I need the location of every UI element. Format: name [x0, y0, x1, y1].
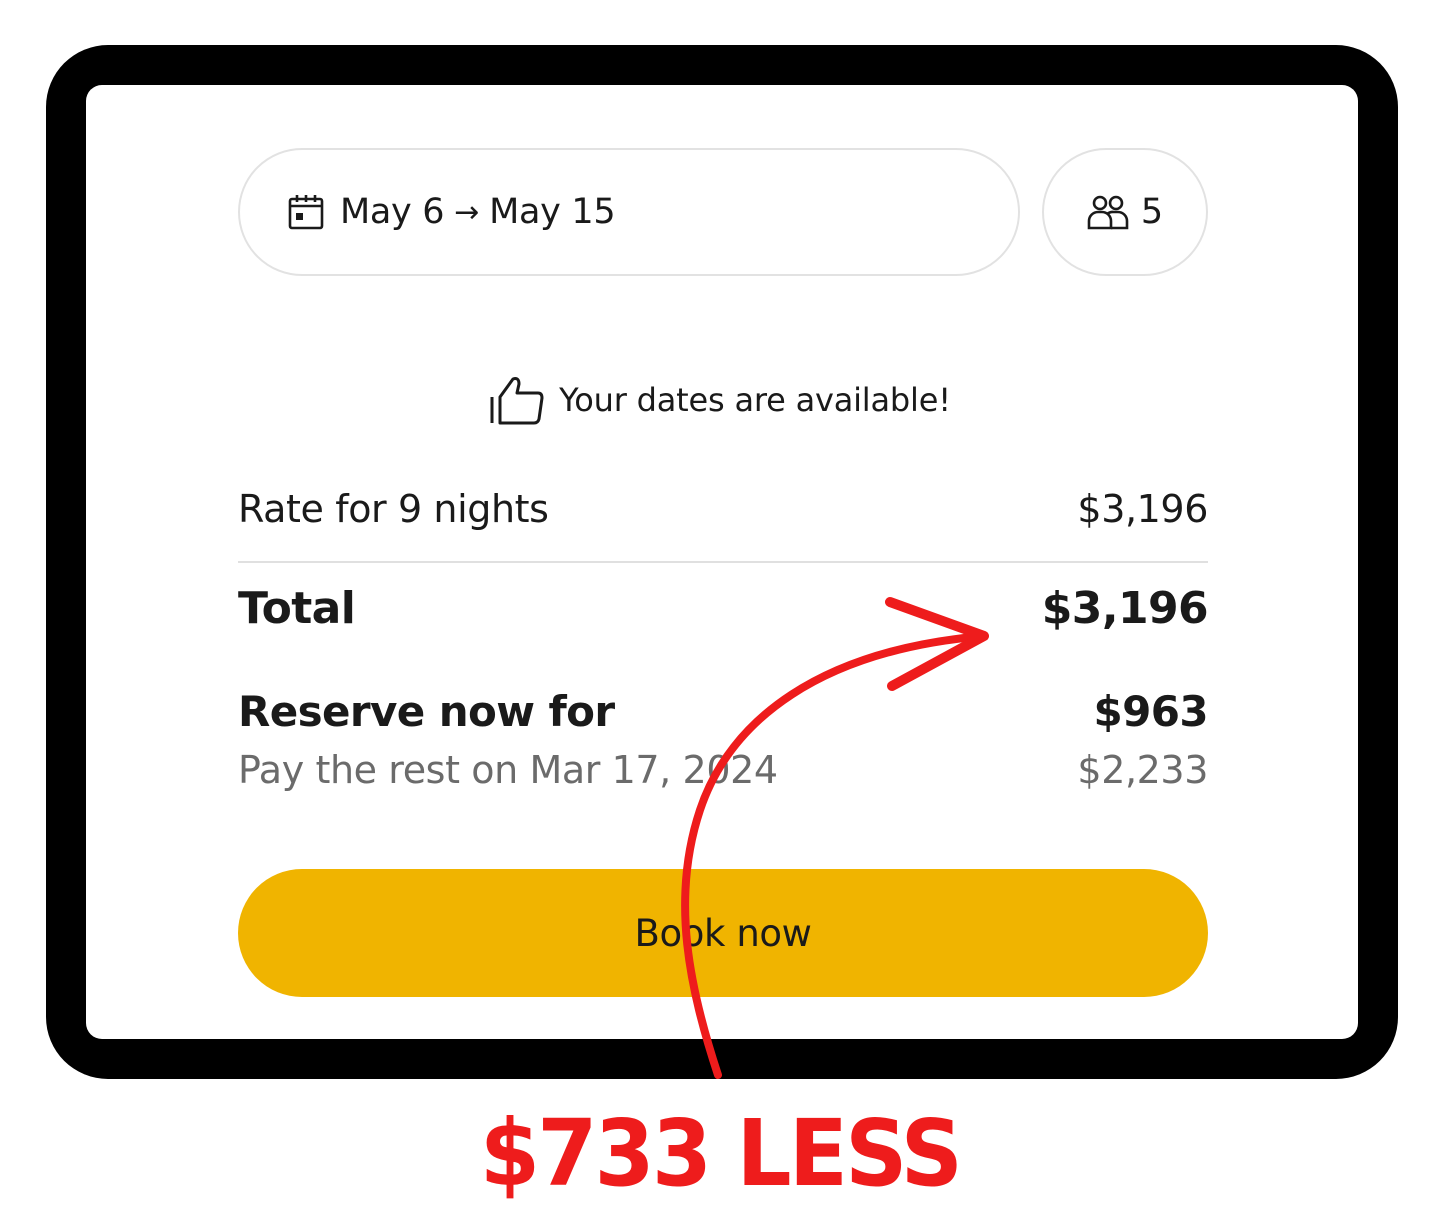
pay-rest-label: Pay the rest on Mar 17, 2024 — [238, 748, 778, 792]
guest-count: 5 — [1140, 192, 1164, 232]
date-range-selector[interactable]: May 6 → May 15 — [238, 148, 1020, 276]
guest-selector[interactable]: 5 — [1042, 148, 1208, 276]
divider — [238, 561, 1208, 563]
date-from: May 6 — [340, 192, 445, 232]
availability-text: Your dates are available! — [559, 381, 951, 419]
book-now-button[interactable]: Book now — [238, 869, 1208, 997]
pay-rest-value: $2,233 — [1077, 748, 1208, 792]
availability-message: Your dates are available! — [0, 365, 1440, 435]
savings-callout: $733 LESS — [479, 1100, 963, 1207]
date-to: May 15 — [489, 192, 616, 232]
pay-rest-row: Pay the rest on Mar 17, 2024 $2,233 — [238, 748, 1208, 792]
rate-row: Rate for 9 nights $3,196 — [238, 487, 1208, 531]
total-label: Total — [238, 583, 356, 634]
guests-icon — [1087, 195, 1129, 230]
rate-value: $3,196 — [1077, 487, 1208, 531]
reserve-label: Reserve now for — [238, 687, 615, 736]
calendar-icon — [288, 195, 324, 230]
stage: May 6 → May 15 5 Your dates are availabl… — [0, 0, 1440, 1230]
arrow-right-icon: → — [454, 194, 480, 230]
total-row: Total $3,196 — [238, 583, 1209, 634]
total-value: $3,196 — [1041, 583, 1209, 634]
reserve-row: Reserve now for $963 — [238, 687, 1209, 736]
reserve-value: $963 — [1093, 687, 1209, 736]
thumbs-up-icon — [490, 377, 544, 425]
rate-label: Rate for 9 nights — [238, 487, 549, 531]
